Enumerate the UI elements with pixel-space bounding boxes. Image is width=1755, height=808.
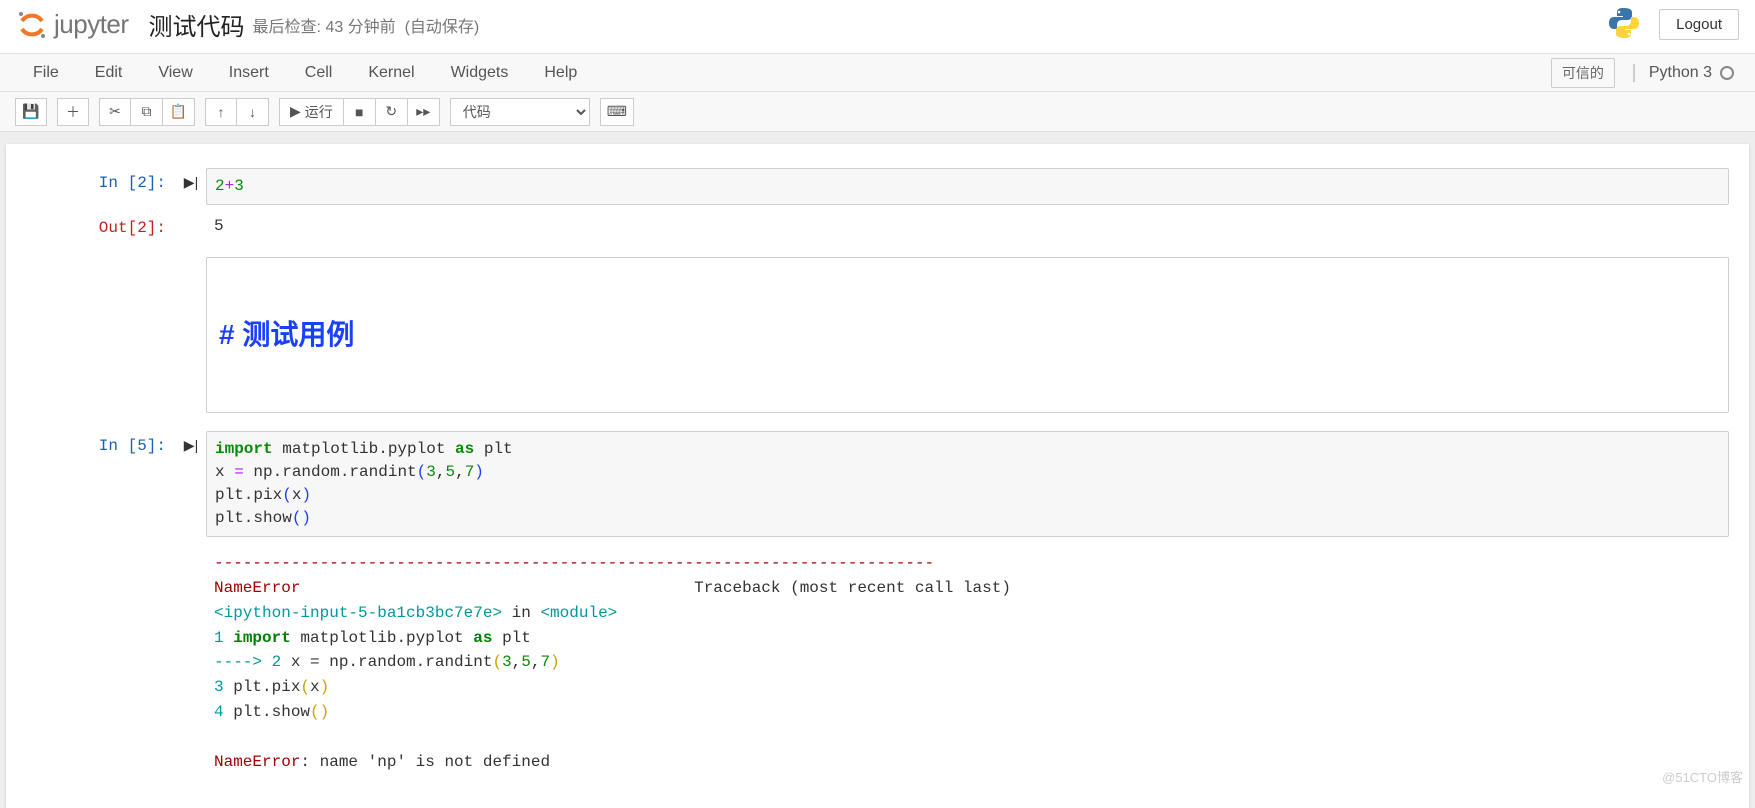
refresh-icon: ↻ [385,103,397,120]
arrow-up-icon: ↑ [218,104,225,120]
out-prompt: Out[2]: [26,213,176,239]
output-row: Out[2]: 5 [26,213,1729,239]
run-icon: ▶ [290,103,301,120]
restart-button[interactable]: ↻ [376,98,408,126]
copy-button[interactable]: ⧉ [131,98,163,126]
run-label: 运行 [305,102,333,122]
last-checkpoint: 最后检查: 43 分钟前 (自动保存) [253,13,480,37]
menu-view[interactable]: View [140,56,210,90]
toolbar: 💾 ＋ ✂ ⧉ 📋 ↑ ↓ ▶运行 ■ ↻ ▸▸ 代码 ⌨ [0,92,1755,132]
error-output-row: ----------------------------------------… [26,545,1729,780]
markdown-rendered[interactable]: # 测试用例 [206,257,1729,412]
markdown-heading: # 测试用例 [219,315,1716,356]
command-palette-button[interactable]: ⌨ [600,98,634,126]
python-logo-icon [1607,6,1641,43]
notebook-title[interactable]: 测试代码 [149,7,245,42]
cell-type-select[interactable]: 代码 [450,98,590,126]
menu-cell[interactable]: Cell [287,56,351,90]
plus-icon: ＋ [66,102,80,122]
menu-insert[interactable]: Insert [211,56,287,90]
notebook-header: jupyter 测试代码 最后检查: 43 分钟前 (自动保存) Logout [0,0,1755,54]
scissors-icon: ✂ [109,103,121,120]
run-cell-icon[interactable]: ▶| [176,431,206,538]
move-down-button[interactable]: ↓ [237,98,269,126]
stop-icon: ■ [355,104,363,120]
restart-run-all-button[interactable]: ▸▸ [408,98,440,126]
menubar: File Edit View Insert Cell Kernel Widget… [0,54,1755,92]
run-button[interactable]: ▶运行 [279,98,344,126]
move-up-button[interactable]: ↑ [205,98,237,126]
menu-help[interactable]: Help [526,56,595,90]
jupyter-logo-text: jupyter [54,9,129,40]
jupyter-logo[interactable]: jupyter [16,9,129,41]
save-button[interactable]: 💾 [15,98,47,126]
code-input[interactable]: import matplotlib.pyplot as plt x = np.r… [206,431,1729,538]
in-prompt: In [2]: [26,168,176,205]
cut-button[interactable]: ✂ [99,98,131,126]
code-cell[interactable]: In [2]: ▶| 2+3 [26,168,1729,205]
kernel-status-icon [1720,66,1734,80]
fast-forward-icon: ▸▸ [416,103,430,120]
copy-icon: ⧉ [142,103,152,120]
markdown-cell[interactable]: # 测试用例 [26,257,1729,412]
kernel-name[interactable]: Python 3 [1633,64,1712,82]
watermark: @51CTO博客 [1662,767,1743,786]
menu-kernel[interactable]: Kernel [350,56,432,90]
keyboard-icon: ⌨ [607,103,627,120]
menu-widgets[interactable]: Widgets [433,56,527,90]
in-prompt: In [5]: [26,431,176,538]
trusted-indicator[interactable]: 可信的 [1551,58,1615,88]
run-cell-icon[interactable]: ▶| [176,168,206,205]
paste-button[interactable]: 📋 [163,98,195,126]
jupyter-icon [16,9,48,41]
notebook-inner: In [2]: ▶| 2+3 Out[2]: 5 # 测试用例 [6,144,1749,808]
notebook-area: In [2]: ▶| 2+3 Out[2]: 5 # 测试用例 [0,132,1755,808]
menu-file[interactable]: File [15,56,77,90]
add-cell-button[interactable]: ＋ [57,98,89,126]
output-text: 5 [206,213,1729,239]
paste-icon: 📋 [170,103,187,120]
code-input[interactable]: 2+3 [206,168,1729,205]
arrow-down-icon: ↓ [249,104,256,120]
error-output: ----------------------------------------… [206,545,1729,780]
logout-button[interactable]: Logout [1659,9,1739,40]
code-cell[interactable]: In [5]: ▶| import matplotlib.pyplot as p… [26,431,1729,538]
menu-edit[interactable]: Edit [77,56,141,90]
save-icon: 💾 [22,103,39,120]
interrupt-button[interactable]: ■ [344,98,376,126]
